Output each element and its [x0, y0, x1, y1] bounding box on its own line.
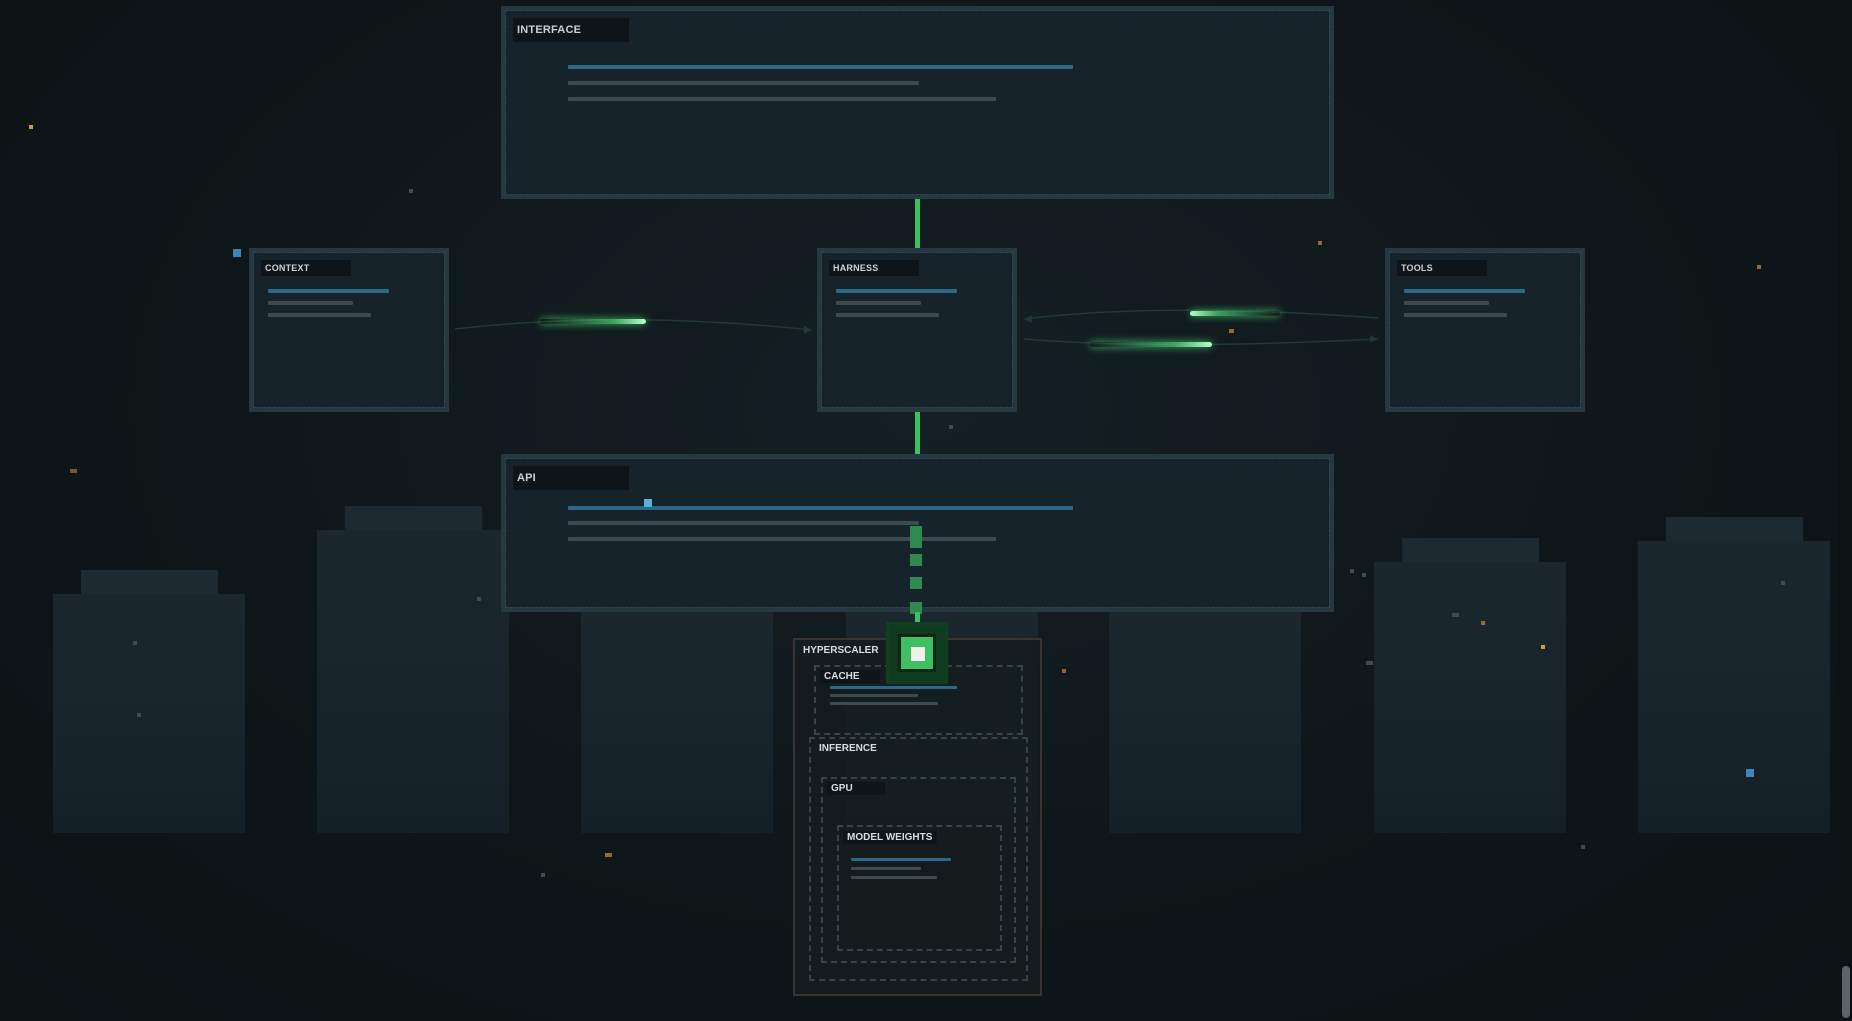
- panel-title: TOOLS: [1397, 260, 1487, 276]
- content-bar: [851, 876, 937, 879]
- content-bar: [1404, 289, 1525, 293]
- panel-title: HARNESS: [829, 260, 919, 276]
- content-bar: [1404, 301, 1489, 305]
- tower-cap: [345, 506, 482, 530]
- flow-dash: [910, 577, 922, 589]
- particle: [1581, 845, 1585, 849]
- panel-title: INTERFACE: [513, 18, 629, 42]
- background-tower: [1109, 610, 1301, 833]
- context-panel[interactable]: CONTEXT: [249, 248, 449, 412]
- content-bar: [851, 867, 921, 870]
- particle: [233, 249, 241, 257]
- particle: [1062, 669, 1066, 673]
- flow-pulse: [1090, 342, 1212, 347]
- panel-title: CONTEXT: [261, 260, 351, 276]
- connector-harness-api: [915, 411, 920, 455]
- scrollbar-thumb[interactable]: [1842, 966, 1850, 1018]
- background-tower: [581, 610, 773, 833]
- content-bar: [830, 702, 938, 705]
- data-packet: [644, 499, 652, 507]
- particle: [477, 597, 481, 601]
- flow-dash: [910, 554, 922, 566]
- particle: [70, 469, 77, 473]
- node-marker-core: [911, 647, 925, 661]
- content-bar: [1404, 313, 1507, 317]
- scrollbar-track[interactable]: [1838, 0, 1852, 1021]
- nest-title: CACHE: [820, 670, 880, 683]
- tower-cap: [1402, 538, 1539, 562]
- tools-panel[interactable]: TOOLS: [1385, 248, 1585, 412]
- content-bar: [568, 537, 996, 541]
- particle: [1452, 613, 1459, 617]
- particle: [1481, 621, 1485, 625]
- nest-title: HYPERSCALER: [799, 644, 883, 658]
- inference-region[interactable]: INFERENCE GPU MODEL WEIGHTS: [809, 737, 1028, 981]
- interface-panel[interactable]: INTERFACE: [501, 6, 1334, 199]
- particle: [1230, 329, 1234, 333]
- background-tower: [1374, 562, 1566, 833]
- particle: [1318, 241, 1322, 245]
- connector-api-hyperscaler: [915, 612, 920, 622]
- hyperscaler-region[interactable]: HYPERSCALER CACHE INFERENCE GPU MODEL WE…: [793, 638, 1042, 996]
- background-tower: [317, 530, 509, 833]
- flow-pulse: [1190, 311, 1280, 316]
- particle: [1781, 581, 1785, 585]
- particle: [29, 125, 33, 129]
- panel-title: API: [513, 466, 629, 490]
- content-bar: [568, 521, 919, 525]
- content-bar: [836, 301, 921, 305]
- particle: [605, 853, 612, 857]
- particle: [409, 189, 413, 193]
- background-tower: [1638, 541, 1830, 833]
- content-bar: [851, 858, 951, 861]
- content-bar: [568, 97, 996, 101]
- tower-cap: [81, 570, 218, 594]
- nest-title: GPU: [827, 782, 885, 795]
- model-weights-region[interactable]: MODEL WEIGHTS: [837, 825, 1002, 951]
- nest-title: INFERENCE: [815, 742, 881, 755]
- content-bar: [830, 686, 957, 689]
- particle: [1757, 265, 1761, 269]
- particle: [1746, 769, 1754, 777]
- arrow-head: [1370, 335, 1378, 343]
- harness-panel[interactable]: HARNESS: [817, 248, 1017, 412]
- nest-title: MODEL WEIGHTS: [843, 831, 937, 844]
- arrow-head: [804, 326, 812, 334]
- tower-cap: [1666, 517, 1803, 541]
- flow-dash: [910, 536, 922, 548]
- content-bar: [568, 65, 1073, 69]
- content-bar: [268, 289, 389, 293]
- particle: [949, 425, 953, 429]
- content-bar: [268, 301, 353, 305]
- content-bar: [830, 694, 918, 697]
- particle: [1366, 661, 1373, 665]
- content-bar: [836, 289, 957, 293]
- particle: [137, 713, 141, 717]
- flow-pulse: [540, 319, 646, 324]
- particle: [1541, 645, 1545, 649]
- connector-interface-harness: [915, 198, 920, 248]
- particle: [1362, 573, 1366, 577]
- gpu-region[interactable]: GPU MODEL WEIGHTS: [821, 777, 1016, 963]
- content-bar: [568, 81, 919, 85]
- diagram-canvas: INTERFACE CONTEXT HARNESS TOOLS API HYPE…: [0, 0, 1852, 1021]
- background-tower: [53, 594, 245, 833]
- node-marker[interactable]: [886, 622, 948, 684]
- particle: [133, 641, 137, 645]
- particle: [1350, 569, 1354, 573]
- arrow-head: [1024, 315, 1032, 323]
- content-bar: [836, 313, 939, 317]
- particle: [541, 873, 545, 877]
- content-bar: [268, 313, 371, 317]
